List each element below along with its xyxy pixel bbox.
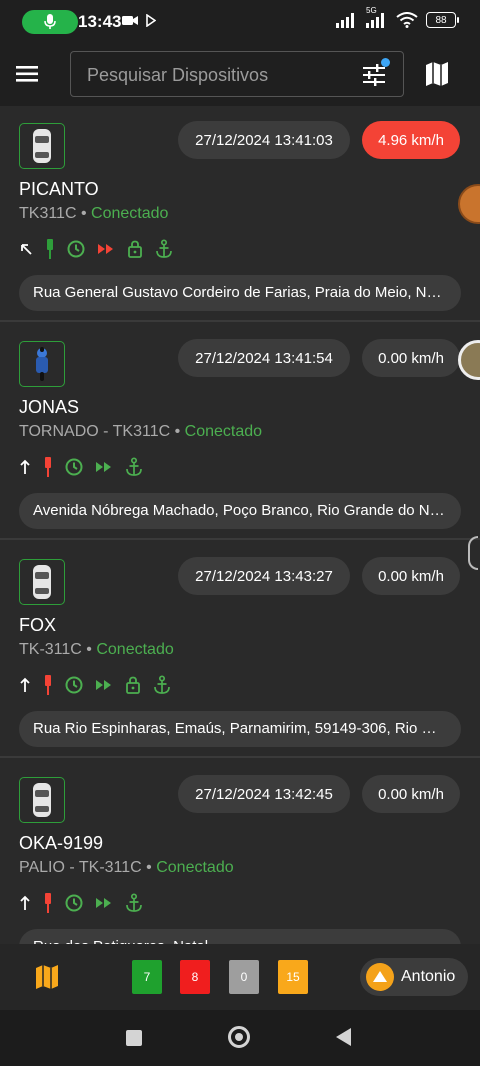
device-list: 27/12/2024 13:41:03 4.96 km/h PICANTO TK… xyxy=(0,106,480,944)
device-subtitle: TK311C • Conectado xyxy=(19,205,169,222)
fast-forward-icon xyxy=(97,236,115,262)
user-account-button[interactable]: Antonio xyxy=(360,958,468,996)
device-card-picanto[interactable]: 27/12/2024 13:41:03 4.96 km/h PICANTO TK… xyxy=(0,106,480,322)
anchor-icon xyxy=(125,890,143,916)
microphone-indicator xyxy=(22,10,78,34)
microphone-icon xyxy=(44,14,56,29)
app-header: Pesquisar Dispositivos xyxy=(0,44,480,106)
status-icons xyxy=(19,454,155,480)
battery-icon: 88 xyxy=(426,12,459,28)
device-address[interactable]: Avenida Nóbrega Machado, Poço Branco, Ri… xyxy=(19,493,461,529)
device-name: OKA-9199 xyxy=(19,833,104,853)
car-icon xyxy=(19,559,65,605)
car-icon xyxy=(19,123,65,169)
clock-icon xyxy=(65,672,83,698)
avatar xyxy=(366,963,394,991)
status-icons xyxy=(19,236,185,262)
unknown-count-badge[interactable]: 0 xyxy=(229,960,259,994)
device-card-jonas[interactable]: 27/12/2024 13:41:54 0.00 km/h JONAS TORN… xyxy=(0,324,480,540)
status-time: 13:43 xyxy=(78,12,122,31)
fast-forward-icon xyxy=(95,890,113,916)
battery-level: 88 xyxy=(435,14,447,26)
connection-status: Conectado xyxy=(91,205,169,222)
arrow-up-icon xyxy=(19,672,31,698)
side-drawer-handle[interactable] xyxy=(468,536,478,570)
anchor-icon xyxy=(125,454,143,480)
clock-icon xyxy=(65,890,83,916)
fast-forward-icon xyxy=(95,672,113,698)
device-subtitle: TORNADO - TK311C • Conectado xyxy=(19,423,263,440)
ignition-key-icon xyxy=(45,236,55,262)
back-button[interactable] xyxy=(336,1028,351,1046)
menu-icon[interactable] xyxy=(14,62,42,86)
connection-status: Conectado xyxy=(184,423,263,440)
wifi-icon xyxy=(396,12,418,28)
system-navigation-bar xyxy=(0,1010,480,1066)
video-icon xyxy=(122,16,138,25)
user-name: Antonio xyxy=(401,968,456,985)
signal-icon xyxy=(336,13,354,28)
device-subtitle: PALIO - TK-311C • Conectado xyxy=(19,859,234,876)
tracker-logo-icon xyxy=(373,971,387,982)
search-input[interactable]: Pesquisar Dispositivos xyxy=(70,51,404,97)
speed-badge: 0.00 km/h xyxy=(362,557,460,595)
map-icon[interactable] xyxy=(424,61,450,87)
clock-icon xyxy=(65,454,83,480)
last-update-time: 27/12/2024 13:41:03 xyxy=(178,121,350,159)
arrow-up-icon xyxy=(19,890,31,916)
device-card-fox[interactable]: 27/12/2024 13:43:27 0.00 km/h FOX TK-311… xyxy=(0,542,480,758)
device-address[interactable]: Rua dos Potiguares, Natal xyxy=(19,929,461,944)
device-model: PALIO - TK-311C xyxy=(19,859,142,876)
device-subtitle: TK-311C • Conectado xyxy=(19,641,174,658)
device-address[interactable]: Rua General Gustavo Cordeiro de Farias, … xyxy=(19,275,461,311)
status-icons xyxy=(19,672,183,698)
network-type: 5G xyxy=(366,6,377,15)
signal-5g-icon: 5G xyxy=(366,6,388,28)
device-model: TK-311C xyxy=(19,641,82,658)
ignition-key-icon xyxy=(43,454,53,480)
lock-icon xyxy=(127,236,143,262)
car-icon xyxy=(19,777,65,823)
ignition-key-icon xyxy=(43,672,53,698)
recent-apps-button[interactable] xyxy=(126,1030,142,1046)
offline-count-badge[interactable]: 8 xyxy=(180,960,210,994)
motorcycle-icon xyxy=(19,341,65,387)
lock-icon xyxy=(125,672,141,698)
total-count-badge[interactable]: 15 xyxy=(278,960,308,994)
ignition-key-icon xyxy=(43,890,53,916)
device-name: JONAS xyxy=(19,397,80,417)
last-update-time: 27/12/2024 13:41:54 xyxy=(178,339,350,377)
device-model: TORNADO - TK311C xyxy=(19,423,171,440)
device-model: TK311C xyxy=(19,205,77,222)
bottom-toolbar: 7 8 0 15 Antonio xyxy=(0,944,480,1010)
last-update-time: 27/12/2024 13:42:45 xyxy=(178,775,350,813)
speed-badge: 0.00 km/h xyxy=(362,339,460,377)
speed-badge: 4.96 km/h xyxy=(362,121,460,159)
fast-forward-icon xyxy=(95,454,113,480)
map-icon[interactable] xyxy=(34,964,60,990)
status-icons xyxy=(19,890,155,916)
device-address[interactable]: Rua Rio Espinharas, Emaús, Parnamirim, 5… xyxy=(19,711,461,747)
filter-active-badge xyxy=(381,58,390,67)
device-name: FOX xyxy=(19,615,57,635)
online-count-badge[interactable]: 7 xyxy=(132,960,162,994)
connection-status: Conectado xyxy=(96,641,174,658)
speed-badge: 0.00 km/h xyxy=(362,775,460,813)
home-button[interactable] xyxy=(228,1026,250,1048)
play-icon xyxy=(146,14,156,27)
last-update-time: 27/12/2024 13:43:27 xyxy=(178,557,350,595)
anchor-icon xyxy=(155,236,173,262)
clock-icon xyxy=(67,236,85,262)
arrow-up-left-icon xyxy=(19,236,33,262)
device-card-oka-9199[interactable]: 27/12/2024 13:42:45 0.00 km/h OKA-9199 P… xyxy=(0,760,480,944)
arrow-up-icon xyxy=(19,454,31,480)
status-bar: 13:43 5G 88 xyxy=(0,0,480,44)
anchor-icon xyxy=(153,672,171,698)
connection-status: Conectado xyxy=(156,859,234,876)
search-placeholder: Pesquisar Dispositivos xyxy=(87,65,269,85)
device-name: PICANTO xyxy=(19,179,99,199)
